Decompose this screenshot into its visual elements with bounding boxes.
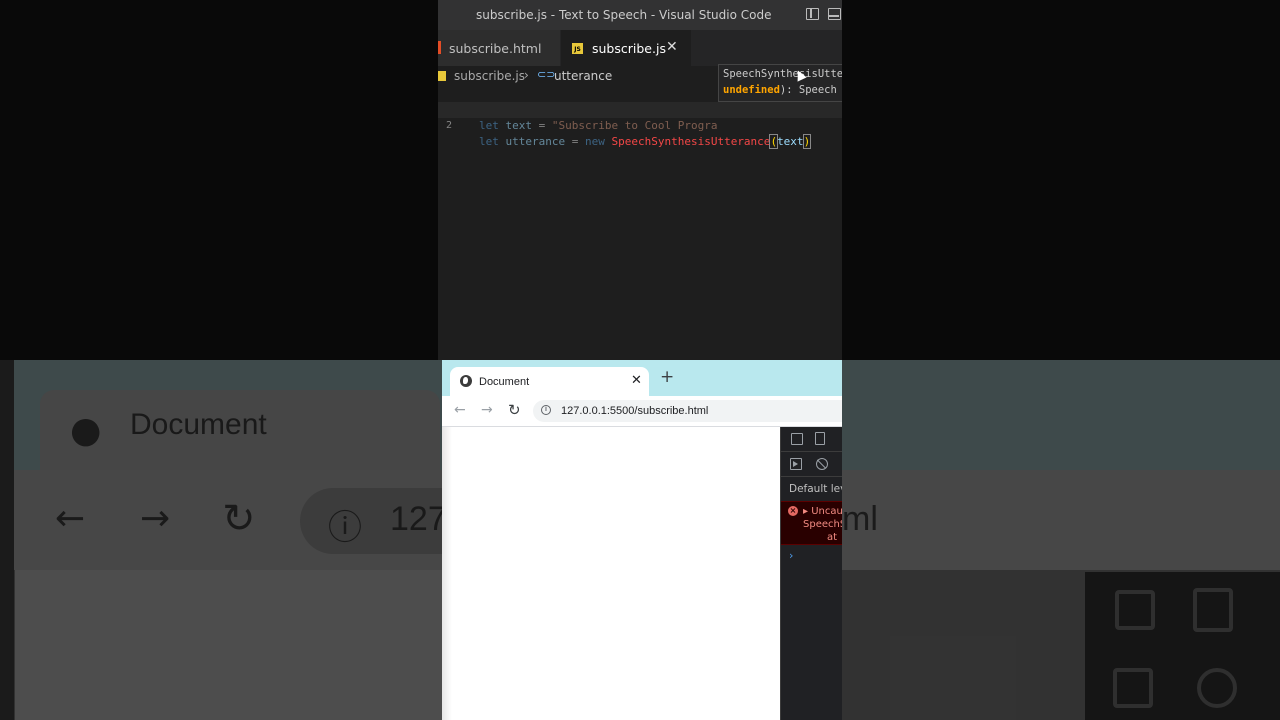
devtools-panel: Default leve × ▸ Uncau SpeechS at ›	[780, 427, 842, 720]
console-error-message[interactable]: × ▸ Uncau SpeechS at	[781, 501, 842, 545]
info-icon[interactable]: i	[541, 405, 551, 415]
console-toolbar	[781, 452, 842, 477]
tab-label: subscribe.html	[449, 41, 542, 56]
js-file-icon	[438, 71, 446, 81]
log-levels-dropdown[interactable]: Default leve	[789, 483, 842, 495]
js-file-icon: JS	[572, 43, 583, 54]
html-file-icon	[438, 41, 441, 54]
breadcrumb-symbol[interactable]: utterance	[554, 69, 612, 83]
code-text: let utterance = new SpeechSynthesisUtter…	[479, 134, 812, 149]
close-tab-icon[interactable]: ✕	[631, 373, 642, 388]
address-bar[interactable]: i 127.0.0.1:5500/subscribe.html	[533, 400, 842, 422]
hover-line: undefined): Speech	[723, 84, 837, 96]
breadcrumb-file[interactable]: subscribe.js	[454, 69, 525, 83]
code-line: 2 let utterance = new SpeechSynthesisUtt…	[438, 102, 842, 149]
devtools-toolbar	[781, 427, 842, 452]
error-text: ▸ Uncau SpeechS at	[803, 506, 842, 543]
variable-symbol-icon: ⊂⊃	[537, 68, 556, 81]
url-text: 127.0.0.1:5500/subscribe.html	[561, 405, 709, 417]
console-prompt[interactable]: ›	[789, 549, 793, 562]
browser-tabstrip: Document ✕ +	[442, 360, 842, 396]
reload-icon[interactable]: ↻	[508, 403, 521, 418]
page-edge	[442, 427, 452, 720]
toggle-panel-icon[interactable]	[828, 8, 841, 20]
line-number: 2	[446, 120, 453, 131]
clear-console-icon[interactable]	[816, 458, 828, 470]
inspect-element-icon[interactable]	[791, 433, 803, 445]
error-icon: ×	[788, 506, 798, 516]
forward-arrow-icon[interactable]: →	[481, 403, 493, 417]
new-tab-button[interactable]: +	[660, 369, 674, 386]
toggle-sidebar-icon[interactable]	[806, 8, 819, 20]
signature-hover: SpeechSynthesisUtte undefined): Speech	[718, 64, 842, 102]
editor-tabs: subscribe.html JS subscribe.js ✕	[438, 30, 842, 66]
globe-icon	[460, 375, 472, 387]
browser-tab[interactable]: Document ✕	[450, 367, 649, 396]
page-viewport[interactable]	[442, 427, 780, 720]
tab-subscribe-js[interactable]: JS subscribe.js ✕	[561, 30, 691, 66]
tab-title: Document	[479, 376, 530, 388]
tab-label: subscribe.js	[592, 41, 666, 56]
tab-subscribe-html[interactable]: subscribe.html	[438, 30, 560, 66]
hover-line: SpeechSynthesisUtte	[723, 68, 842, 80]
device-toolbar-icon[interactable]	[815, 432, 825, 445]
vscode-window: subscribe.js - Text to Speech - Visual S…	[438, 0, 842, 360]
console-sidebar-icon[interactable]	[790, 458, 802, 470]
window-title: subscribe.js - Text to Speech - Visual S…	[476, 8, 772, 22]
close-tab-icon[interactable]: ✕	[666, 39, 678, 55]
browser-toolbar: ← → ↻ i 127.0.0.1:5500/subscribe.html	[442, 396, 842, 426]
chevron-right-icon: ›	[524, 68, 529, 82]
vscode-titlebar: subscribe.js - Text to Speech - Visual S…	[438, 0, 842, 30]
browser-window: Document ✕ + ← → ↻ i 127.0.0.1:5500/subs…	[442, 360, 842, 720]
code-text: let text = "Subscribe to Cool Progra	[479, 119, 718, 132]
back-arrow-icon[interactable]: ←	[454, 403, 466, 417]
